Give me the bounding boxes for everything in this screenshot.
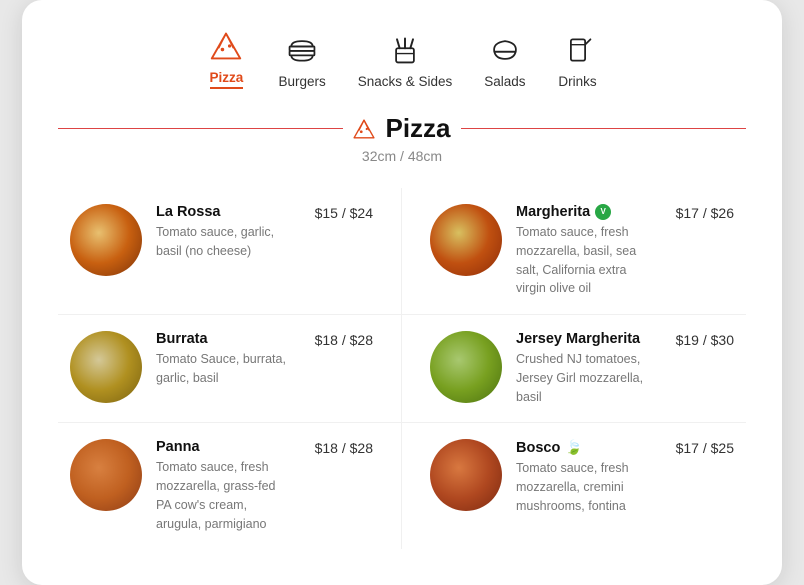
- pizza-image-la-rossa: [70, 204, 142, 276]
- item-name-bosco: Bosco 🍃: [516, 439, 654, 456]
- nav-snacks-label: Snacks & Sides: [358, 74, 453, 89]
- menu-card: Pizza Burgers: [22, 0, 782, 585]
- item-price-bosco: $17 / $25: [676, 439, 734, 456]
- item-name-la-rossa: La Rossa: [156, 204, 293, 220]
- nav-pizza-label: Pizza: [210, 70, 244, 89]
- left-divider: [58, 128, 343, 130]
- menu-item-bosco: Bosco 🍃 Tomato sauce, fresh mozzarella, …: [402, 423, 746, 549]
- item-info-bosco: Bosco 🍃 Tomato sauce, fresh mozzarella, …: [516, 439, 654, 515]
- item-desc-bosco: Tomato sauce, fresh mozzarella, cremini …: [516, 459, 654, 515]
- item-name-margherita: Margherita V: [516, 204, 654, 220]
- item-desc-jersey: Crushed NJ tomatoes, Jersey Girl mozzare…: [516, 350, 654, 406]
- leaf-icon: 🍃: [565, 439, 582, 456]
- nav-pizza[interactable]: Pizza: [206, 28, 246, 89]
- section-pizza-icon: [353, 118, 375, 140]
- item-name-panna: Panna: [156, 439, 293, 455]
- item-info-la-rossa: La Rossa Tomato sauce, garlic, basil (no…: [156, 204, 293, 261]
- nav-salads-label: Salads: [484, 74, 525, 89]
- section-title: Pizza: [385, 113, 450, 144]
- item-desc-burrata: Tomato Sauce, burrata, garlic, basil: [156, 350, 293, 388]
- pizza-image-bosco: [430, 439, 502, 511]
- drinks-icon: [558, 32, 598, 68]
- pizza-image-burrata: [70, 331, 142, 403]
- pizza-image-panna: [70, 439, 142, 511]
- item-price-la-rossa: $15 / $24: [315, 204, 373, 221]
- burger-icon: [282, 32, 322, 68]
- menu-item-la-rossa: La Rossa Tomato sauce, garlic, basil (no…: [58, 188, 402, 315]
- nav-drinks[interactable]: Drinks: [558, 32, 598, 89]
- menu-item-margherita: Margherita V Tomato sauce, fresh mozzare…: [402, 188, 746, 315]
- item-info-burrata: Burrata Tomato Sauce, burrata, garlic, b…: [156, 331, 293, 388]
- nav-burgers[interactable]: Burgers: [278, 32, 325, 89]
- item-price-margherita: $17 / $26: [676, 204, 734, 221]
- category-nav: Pizza Burgers: [58, 28, 746, 89]
- item-desc-margherita: Tomato sauce, fresh mozzarella, basil, s…: [516, 223, 654, 298]
- item-desc-la-rossa: Tomato sauce, garlic, basil (no cheese): [156, 223, 293, 261]
- item-price-burrata: $18 / $28: [315, 331, 373, 348]
- nav-snacks[interactable]: Snacks & Sides: [358, 32, 453, 89]
- item-info-panna: Panna Tomato sauce, fresh mozzarella, gr…: [156, 439, 293, 533]
- nav-salads[interactable]: Salads: [484, 32, 525, 89]
- section-subtitle: 32cm / 48cm: [58, 148, 746, 164]
- pizza-image-jersey: [430, 331, 502, 403]
- item-price-jersey: $19 / $30: [676, 331, 734, 348]
- pizza-image-margherita: [430, 204, 502, 276]
- section-header: Pizza: [58, 113, 746, 144]
- item-info-jersey: Jersey Margherita Crushed NJ tomatoes, J…: [516, 331, 654, 406]
- menu-item-burrata: Burrata Tomato Sauce, burrata, garlic, b…: [58, 315, 402, 423]
- fries-icon: [385, 32, 425, 68]
- menu-item-panna: Panna Tomato sauce, fresh mozzarella, gr…: [58, 423, 402, 549]
- nav-burgers-label: Burgers: [278, 74, 325, 89]
- vegan-badge: V: [595, 204, 611, 220]
- item-price-panna: $18 / $28: [315, 439, 373, 456]
- pizza-icon: [206, 28, 246, 64]
- right-divider: [461, 128, 746, 130]
- menu-grid: La Rossa Tomato sauce, garlic, basil (no…: [58, 188, 746, 549]
- menu-item-jersey-margherita: Jersey Margherita Crushed NJ tomatoes, J…: [402, 315, 746, 423]
- item-name-jersey: Jersey Margherita: [516, 331, 654, 347]
- item-name-burrata: Burrata: [156, 331, 293, 347]
- salad-icon: [485, 32, 525, 68]
- item-desc-panna: Tomato sauce, fresh mozzarella, grass-fe…: [156, 458, 293, 533]
- nav-drinks-label: Drinks: [558, 74, 596, 89]
- item-info-margherita: Margherita V Tomato sauce, fresh mozzare…: [516, 204, 654, 298]
